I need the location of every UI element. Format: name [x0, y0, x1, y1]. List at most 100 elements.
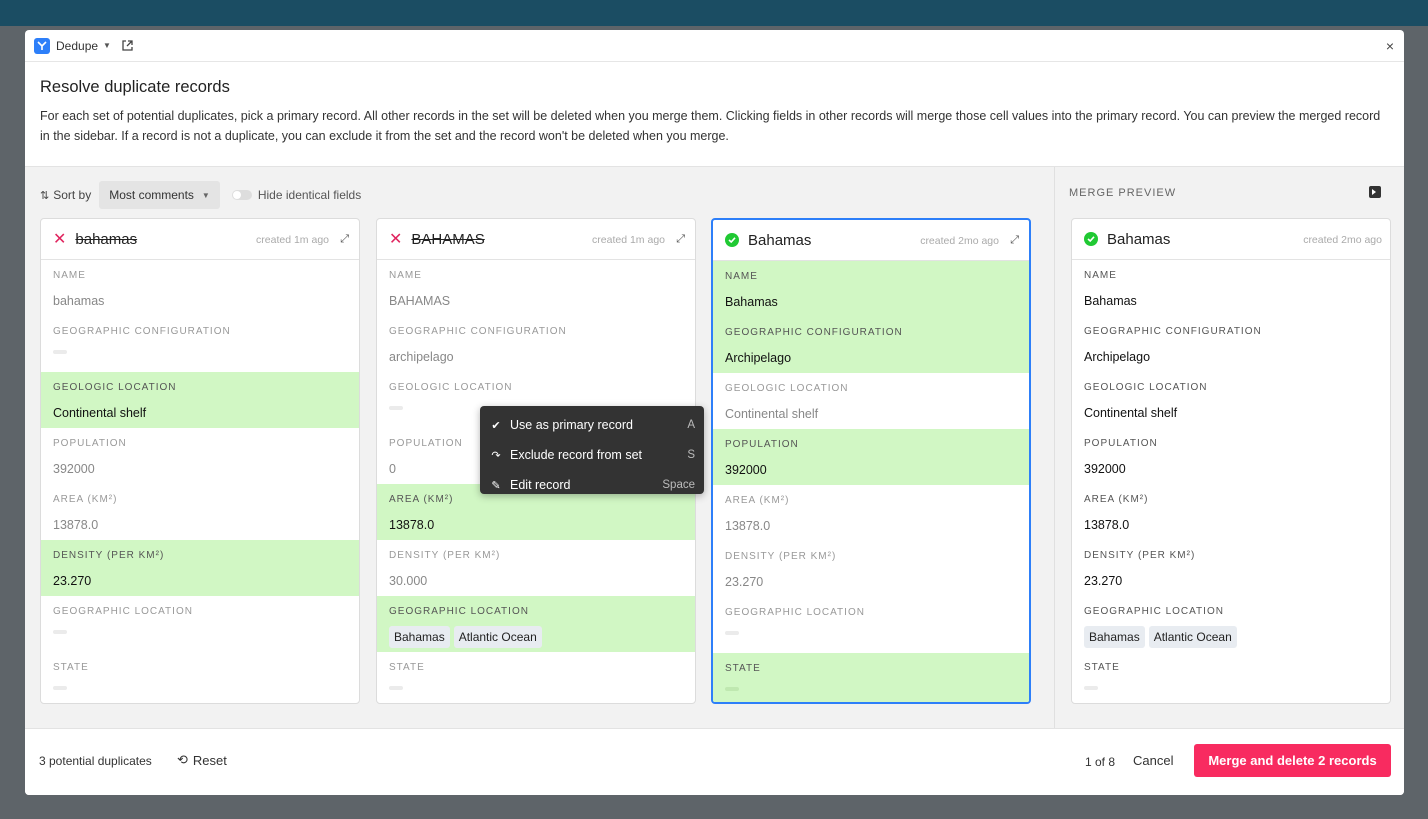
close-icon[interactable]: × [1386, 38, 1394, 54]
merge-preview-card: Bahamas created 2mo ago NAME Bahamas GEO… [1071, 218, 1391, 704]
field-label: NAME [1084, 270, 1117, 281]
field-geologic-location[interactable]: GEOLOGIC LOCATION Continental shelf [713, 373, 1029, 429]
sort-select[interactable]: Most comments ▼ [99, 181, 220, 209]
reset-label: Reset [192, 752, 227, 768]
field-label: GEOGRAPHIC LOCATION [1084, 606, 1224, 617]
field-geographic-location[interactable]: GEOGRAPHIC LOCATION [41, 596, 359, 652]
primary-check-icon[interactable] [725, 233, 739, 247]
field-label: GEOLOGIC LOCATION [725, 383, 849, 394]
field-state: STATE [1072, 652, 1390, 703]
hide-identical-label[interactable]: Hide identical fields [258, 188, 361, 202]
field-value: 23.270 [1084, 574, 1123, 588]
field-value: Continental shelf [725, 407, 819, 421]
record-card[interactable]: ✕ bahamas created 1m ago ⤢ NAME bahamas … [40, 218, 360, 704]
hide-identical-toggle[interactable] [231, 190, 252, 200]
field-geographic-configuration[interactable]: GEOGRAPHIC CONFIGURATION archipelago [377, 316, 695, 372]
field-value: 392000 [725, 463, 767, 477]
empty-value [53, 630, 67, 634]
location-chip: Bahamas [389, 626, 450, 648]
field-name: NAME Bahamas [1072, 260, 1390, 316]
field-label: GEOGRAPHIC LOCATION [53, 606, 193, 617]
extension-titlebar: Dedupe ▼ × [25, 30, 1404, 62]
field-state[interactable]: STATE [713, 653, 1029, 702]
reset-button[interactable]: ⟲ Reset [177, 752, 227, 768]
menu-item-edit[interactable]: ✎ Edit record Space [480, 470, 704, 500]
record-card-header: ✕ bahamas created 1m ago ⤢ [41, 219, 359, 260]
field-value: BAHAMAS [389, 294, 451, 308]
field-label: GEOGRAPHIC CONFIGURATION [725, 327, 903, 338]
field-value: 13878.0 [53, 518, 99, 532]
menu-item-use-as-primary[interactable]: ✔ Use as primary record A [480, 410, 704, 440]
field-state[interactable]: STATE [377, 652, 695, 703]
field-name[interactable]: NAME bahamas [41, 260, 359, 316]
field-population[interactable]: POPULATION 392000 [713, 429, 1029, 485]
field-geographic-location[interactable]: GEOGRAPHIC LOCATION Bahamas Atlantic Oce… [377, 596, 695, 652]
record-card-header: Bahamas created 2mo ago [1072, 219, 1390, 260]
page-title: Resolve duplicate records [40, 78, 230, 96]
field-geologic-location[interactable]: GEOLOGIC LOCATION Continental shelf [41, 372, 359, 428]
field-name[interactable]: NAME BAHAMAS [377, 260, 695, 316]
field-geographic-configuration[interactable]: GEOGRAPHIC CONFIGURATION [41, 316, 359, 372]
field-value: 13878.0 [1084, 518, 1130, 532]
field-label: GEOLOGIC LOCATION [53, 382, 177, 393]
field-value: 23.270 [53, 574, 92, 588]
menu-item-exclude[interactable]: ↷ Exclude record from set S [480, 440, 704, 470]
expand-icon[interactable]: ⤢ [676, 233, 685, 246]
field-value: 13878.0 [389, 518, 435, 532]
field-label: DENSITY (PER KM²) [389, 550, 501, 561]
field-label: POPULATION [53, 438, 127, 449]
page-description: For each set of potential duplicates, pi… [40, 109, 1381, 143]
field-area[interactable]: AREA (KM²) 13878.0 [713, 485, 1029, 541]
field-geographic-configuration: GEOGRAPHIC CONFIGURATION Archipelago [1072, 316, 1390, 372]
field-label: STATE [725, 663, 761, 674]
field-population[interactable]: POPULATION 392000 [41, 428, 359, 484]
modal-footer: 3 potential duplicates ⟲ Reset 1 of 8 Ca… [25, 728, 1404, 795]
field-name[interactable]: NAME Bahamas [713, 261, 1029, 317]
page-header: Resolve duplicate records For each set o… [40, 78, 1390, 146]
expand-icon[interactable]: ⤢ [340, 233, 349, 246]
field-state[interactable]: STATE [41, 652, 359, 703]
field-density[interactable]: DENSITY (PER KM²) 23.270 [41, 540, 359, 596]
merge-delete-button[interactable]: Merge and delete 2 records [1194, 744, 1391, 777]
dedupe-modal: Dedupe ▼ × Resolve duplicate records For… [25, 30, 1404, 795]
field-label: NAME [725, 271, 758, 282]
field-area[interactable]: AREA (KM²) 13878.0 [41, 484, 359, 540]
primary-check-icon [1084, 232, 1098, 246]
field-density[interactable]: DENSITY (PER KM²) 23.270 [713, 541, 1029, 597]
app-title[interactable]: Dedupe [56, 39, 98, 53]
collapse-sidebar-icon[interactable] [1369, 186, 1381, 198]
excluded-x-icon[interactable]: ✕ [389, 229, 402, 249]
chevron-down-icon[interactable]: ▼ [103, 41, 111, 50]
field-label: STATE [389, 662, 425, 673]
field-value: archipelago [389, 350, 454, 364]
field-label: STATE [1084, 662, 1120, 673]
empty-value [389, 406, 403, 410]
cancel-button[interactable]: Cancel [1133, 753, 1173, 768]
record-title: bahamas [75, 230, 138, 248]
primary-record-card[interactable]: Bahamas created 2mo ago ⤢ NAME Bahamas G… [711, 218, 1031, 704]
dedupe-icon[interactable] [34, 37, 50, 54]
record-card-header: ✕ BAHAMAS created 1m ago ⤢ [377, 219, 695, 260]
field-geologic-location: GEOLOGIC LOCATION Continental shelf [1072, 372, 1390, 428]
pencil-icon: ✎ [491, 479, 501, 492]
field-label: GEOGRAPHIC CONFIGURATION [389, 326, 567, 337]
field-density: DENSITY (PER KM²) 23.270 [1072, 540, 1390, 596]
field-population: POPULATION 392000 [1072, 428, 1390, 484]
field-label: GEOGRAPHIC CONFIGURATION [53, 326, 231, 337]
field-density[interactable]: DENSITY (PER KM²) 30.000 [377, 540, 695, 596]
field-label: DENSITY (PER KM²) [53, 550, 165, 561]
record-created: created 1m ago [592, 234, 665, 246]
empty-value [1084, 686, 1098, 690]
record-title: BAHAMAS [411, 230, 485, 248]
menu-item-label: Edit record [510, 478, 571, 492]
field-label: GEOLOGIC LOCATION [1084, 382, 1208, 393]
expand-icon[interactable]: ⤢ [1010, 234, 1019, 247]
external-link-icon[interactable] [121, 39, 135, 53]
sort-label: Sort by [53, 188, 92, 202]
field-geographic-location[interactable]: GEOGRAPHIC LOCATION [713, 597, 1029, 653]
field-geographic-configuration[interactable]: GEOGRAPHIC CONFIGURATION Archipelago [713, 317, 1029, 373]
excluded-x-icon[interactable]: ✕ [53, 229, 66, 249]
empty-value [725, 687, 739, 691]
field-label: GEOGRAPHIC LOCATION [725, 607, 865, 618]
field-value: Continental shelf [53, 406, 147, 420]
